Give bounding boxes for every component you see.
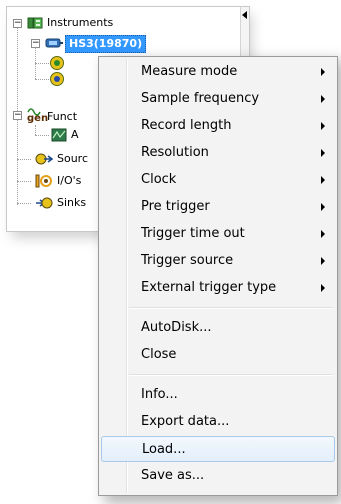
tree-connector — [17, 203, 31, 204]
menu-item-label: Trigger source — [141, 253, 234, 268]
menu-separator — [129, 307, 333, 309]
tree-item-instruments[interactable]: Instruments — [47, 15, 113, 31]
menu-item-label: Save as... — [141, 468, 205, 483]
tree-connector — [17, 159, 31, 160]
menu-item-trigger-time-out[interactable]: Trigger time out — [101, 221, 335, 247]
sources-icon — [35, 151, 54, 167]
menu-item-label: AutoDisk... — [141, 320, 212, 335]
menu-item-label: Load... — [142, 442, 186, 457]
channel-icon — [49, 55, 65, 71]
submenu-arrow-icon — [321, 122, 325, 130]
menu-item-external-trigger-type[interactable]: External trigger type — [101, 275, 335, 301]
submenu-arrow-icon — [321, 68, 325, 76]
menu-item-record-length[interactable]: Record length — [101, 113, 335, 139]
tree-connector — [35, 63, 49, 64]
menu-item-load[interactable]: Load... — [101, 436, 335, 462]
tree-item-ios[interactable]: I/O's — [57, 173, 81, 189]
submenu-arrow-icon — [321, 230, 325, 238]
channel-icon — [49, 71, 65, 87]
menu-item-label: Record length — [141, 118, 232, 133]
tree-item-function-child[interactable]: A — [71, 127, 79, 143]
menu-item-save-as[interactable]: Save as... — [101, 463, 335, 489]
waveform-icon — [51, 127, 67, 143]
menu-item-resolution[interactable]: Resolution — [101, 140, 335, 166]
submenu-arrow-icon — [321, 149, 325, 157]
menu-item-label: Trigger time out — [141, 226, 245, 241]
menu-item-sample-frequency[interactable]: Sample frequency — [101, 86, 335, 112]
menu-item-label: Resolution — [141, 145, 209, 160]
menu-item-trigger-source[interactable]: Trigger source — [101, 248, 335, 274]
functions-icon-text: gen — [27, 113, 49, 124]
instruments-icon — [27, 15, 43, 31]
menu-item-info[interactable]: Info... — [101, 382, 335, 408]
submenu-arrow-icon — [321, 95, 325, 103]
tree-connector — [35, 135, 49, 136]
menu-item-close[interactable]: Close — [101, 342, 335, 368]
menu-item-label: External trigger type — [141, 280, 277, 295]
scroll-left-arrow-icon[interactable] — [242, 11, 247, 19]
menu-item-label: Close — [141, 347, 177, 362]
tree-item-functions[interactable]: Funct — [47, 109, 77, 125]
menu-item-pre-trigger[interactable]: Pre trigger — [101, 194, 335, 220]
menu-item-label: Info... — [141, 387, 178, 402]
context-menu: Measure mode Sample frequency Record len… — [98, 56, 338, 496]
submenu-arrow-icon — [321, 203, 325, 211]
collapse-expander[interactable]: − — [31, 39, 40, 48]
menu-item-label: Measure mode — [141, 64, 238, 79]
menu-item-export-data[interactable]: Export data... — [101, 409, 335, 435]
submenu-arrow-icon — [321, 284, 325, 292]
menu-item-clock[interactable]: Clock — [101, 167, 335, 193]
tree-item-hs3-selected[interactable]: HS3(19870) — [65, 35, 147, 53]
submenu-arrow-icon — [321, 176, 325, 184]
io-icon — [35, 173, 52, 189]
menu-item-label: Pre trigger — [141, 199, 210, 214]
tree-item-sources[interactable]: Sourc — [57, 151, 88, 167]
menu-item-label: Export data... — [141, 414, 230, 429]
collapse-expander[interactable]: − — [13, 111, 22, 120]
menu-item-label: Clock — [141, 172, 177, 187]
sinks-icon — [35, 195, 53, 211]
collapse-expander[interactable]: − — [13, 19, 22, 28]
oscilloscope-icon — [45, 35, 63, 51]
submenu-arrow-icon — [321, 257, 325, 265]
menu-item-label: Sample frequency — [141, 91, 260, 106]
menu-item-measure-mode[interactable]: Measure mode — [101, 59, 335, 85]
menu-item-autodisk[interactable]: AutoDisk... — [101, 315, 335, 341]
menu-separator — [129, 374, 333, 376]
tree-connector — [35, 79, 49, 80]
tree-connector — [17, 181, 31, 182]
tree-item-sinks[interactable]: Sinks — [57, 195, 86, 211]
